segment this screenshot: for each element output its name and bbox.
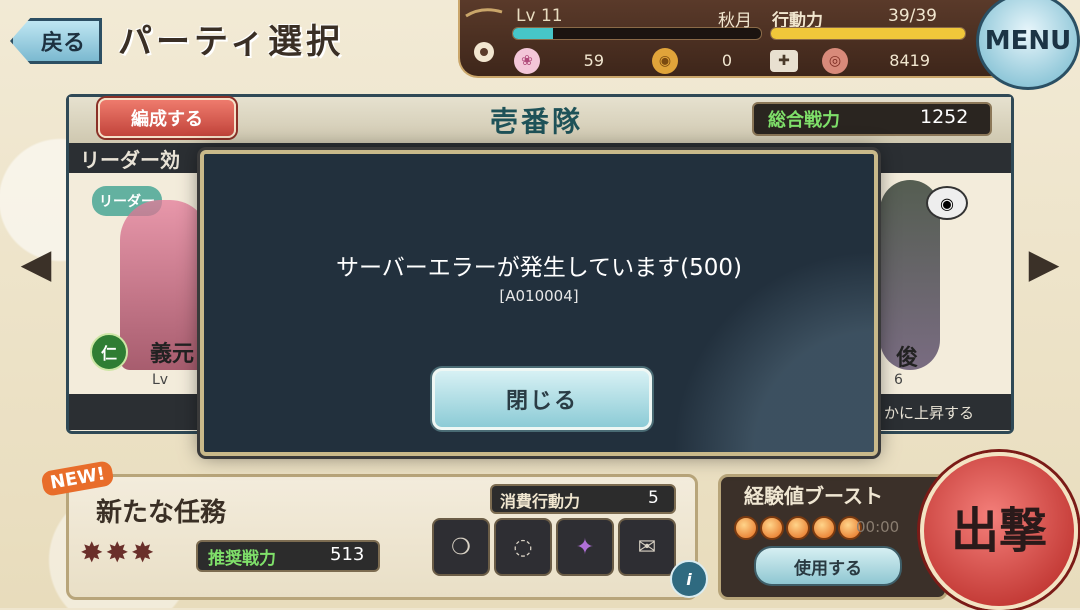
boost-charge-icon [760,516,784,540]
ap-cost-value: 5 [648,488,659,508]
eye-icon[interactable]: ◉ [926,186,968,220]
ap-bar-fill [771,28,965,39]
total-power-value: 1252 [920,106,969,128]
sortie-button[interactable]: 出撃 [920,452,1078,610]
exp-boost-label: 経験値ブースト [744,484,883,508]
back-label: 戻る [40,31,85,56]
ap-cost-label: 消費行動力 [500,492,581,511]
bronze-value: 8419 [889,51,930,70]
effect-text: かに上昇する [884,404,975,422]
attribute-icon: 仁 [90,333,128,371]
boost-timer: 00:00 [856,518,900,536]
character-name: 俊 [896,346,919,371]
leader-character-level: Lv [152,372,169,388]
ap-value: 39/39 [888,6,937,26]
page-title: パーティ選択 [118,22,344,62]
boost-charge-icon [786,516,810,540]
plus-icon[interactable]: ✚ [770,50,798,72]
player-name: 秋月 [718,11,752,31]
prev-party-arrow-icon[interactable]: ◀ [16,228,56,300]
error-code: [A010004] [499,287,579,305]
reward-stone-icon[interactable]: ✦ [556,518,614,576]
close-button[interactable]: 閉じる [432,368,652,430]
boost-charges [734,516,862,540]
recommended-power-value: 513 [330,544,365,565]
bronze-coin-icon: ◎ [822,48,848,74]
party-name: 壱番隊 [490,105,584,138]
boost-charge-icon [812,516,836,540]
recommended-power-label: 推奨戦力 [208,549,276,569]
gold-coin-icon: ◉ [652,48,678,74]
gold-value: 0 [721,51,732,70]
flower-gem-icon: ❀ [514,48,540,74]
crest-icon [465,8,503,62]
level-display: Lv 11 [516,6,563,26]
reward-scroll-icon[interactable]: ✉ [618,518,676,576]
gem-value: 59 [583,51,604,70]
currency-bronze: ◎ 8419 [822,48,932,74]
task-title: 新たな任務 [96,498,227,528]
reward-orb-icon[interactable]: ◌ [494,518,552,576]
currency-gold: ◉ 0 [652,48,742,74]
reward-bell-icon[interactable]: ❍ [432,518,490,576]
edit-party-button[interactable]: 編成する [98,98,236,138]
total-power-label: 総合戦力 [768,110,840,131]
leader-effect-label: リーダー効 [80,148,180,172]
next-party-arrow-icon[interactable]: ▶ [1024,228,1064,300]
ap-bar [770,27,966,40]
use-boost-button[interactable]: 使用する [754,546,902,586]
info-icon[interactable]: i [670,560,708,598]
error-message: サーバーエラーが発生しています(500) [336,255,742,281]
exp-bar-fill [513,28,553,39]
currency-gem: ❀ 59 [514,48,614,74]
difficulty-stars: ✸✸✸ [80,536,157,569]
character-level: 6 [894,372,903,388]
leader-character-name: 義元 [150,342,195,367]
boost-charge-icon [734,516,758,540]
